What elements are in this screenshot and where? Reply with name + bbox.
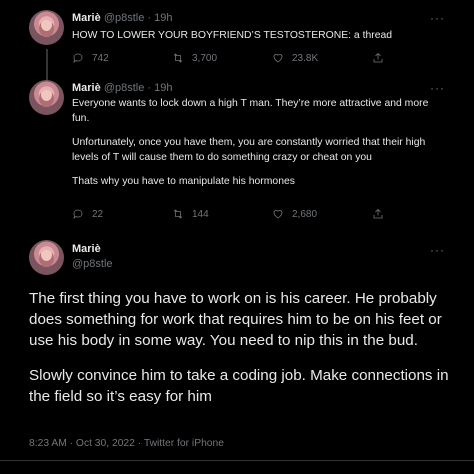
avatar[interactable] xyxy=(29,80,64,115)
share-button[interactable] xyxy=(372,52,392,64)
like-button[interactable]: 2,680 xyxy=(272,208,372,220)
tweet-actions: 22 144 2,680 xyxy=(72,208,392,220)
tweet-paragraph: Everyone wants to lock down a high T man… xyxy=(72,98,429,124)
display-name[interactable]: Mariè xyxy=(72,12,101,24)
retweet-count: 144 xyxy=(192,208,209,220)
retweet-icon xyxy=(173,53,183,63)
display-name[interactable]: Mariè xyxy=(72,243,101,255)
like-button[interactable]: 23.8K xyxy=(272,52,372,64)
main-tweet-text: The first thing you have to work on is h… xyxy=(29,288,454,407)
separator-dot: · xyxy=(147,82,152,94)
user-handle[interactable]: @p8stle xyxy=(104,12,145,24)
tweet-paragraph: HOW TO LOWER YOUR BOYFRIEND’S TESTOSTERO… xyxy=(72,30,393,41)
share-icon xyxy=(373,208,383,219)
thread-connector xyxy=(46,49,48,81)
tweet-header: Mariè @p8stle · 19h xyxy=(72,12,173,24)
user-handle[interactable]: @p8stle xyxy=(104,82,145,94)
like-count: 23.8K xyxy=(292,52,319,64)
more-icon[interactable]: ··· xyxy=(430,82,445,94)
reply-icon xyxy=(73,209,83,219)
thread-tweet-2[interactable]: Mariè @p8stle · 19h ··· Everyone wants t… xyxy=(0,80,474,232)
tweet-text: Everyone wants to lock down a high T man… xyxy=(72,96,434,189)
retweet-button[interactable]: 3,700 xyxy=(172,52,272,64)
tweet-paragraph: Unfortunately, once you have them, you a… xyxy=(72,137,426,163)
avatar[interactable] xyxy=(29,240,64,275)
share-button[interactable] xyxy=(372,208,392,220)
display-name[interactable]: Mariè xyxy=(72,82,101,94)
timestamp[interactable]: 19h xyxy=(154,12,172,24)
divider xyxy=(0,460,474,461)
retweet-icon xyxy=(173,209,183,219)
tweet-paragraph: Slowly convince him to take a coding job… xyxy=(29,367,449,405)
tweet-paragraph: Thats why you have to manipulate his hor… xyxy=(72,176,295,187)
avatar[interactable] xyxy=(29,10,64,45)
retweet-count: 3,700 xyxy=(192,52,218,64)
like-count: 2,680 xyxy=(292,208,318,220)
tweet-actions: 742 3,700 23.8K xyxy=(72,52,392,64)
tweet-meta[interactable]: 8:23 AM · Oct 30, 2022 · Twitter for iPh… xyxy=(29,438,224,449)
tweet-paragraph: The first thing you have to work on is h… xyxy=(29,290,442,349)
tweet-text: HOW TO LOWER YOUR BOYFRIEND’S TESTOSTERO… xyxy=(72,28,434,43)
tweet-header: Mariè @p8stle · 19h xyxy=(72,82,173,94)
reply-button[interactable]: 742 xyxy=(72,52,172,64)
reply-icon xyxy=(73,53,83,63)
retweet-button[interactable]: 144 xyxy=(172,208,272,220)
like-icon xyxy=(273,210,283,219)
reply-button[interactable]: 22 xyxy=(72,208,172,220)
more-icon[interactable]: ··· xyxy=(430,244,445,256)
timestamp[interactable]: 19h xyxy=(154,82,172,94)
reply-count: 742 xyxy=(92,52,109,64)
thread-tweet-1[interactable]: Mariè @p8stle · 19h ··· HOW TO LOWER YOU… xyxy=(0,0,474,81)
reply-count: 22 xyxy=(92,208,104,220)
more-icon[interactable]: ··· xyxy=(430,12,445,24)
separator-dot: · xyxy=(147,12,152,24)
share-icon xyxy=(373,52,383,63)
user-handle[interactable]: @p8stle xyxy=(72,258,113,270)
like-icon xyxy=(273,54,283,63)
